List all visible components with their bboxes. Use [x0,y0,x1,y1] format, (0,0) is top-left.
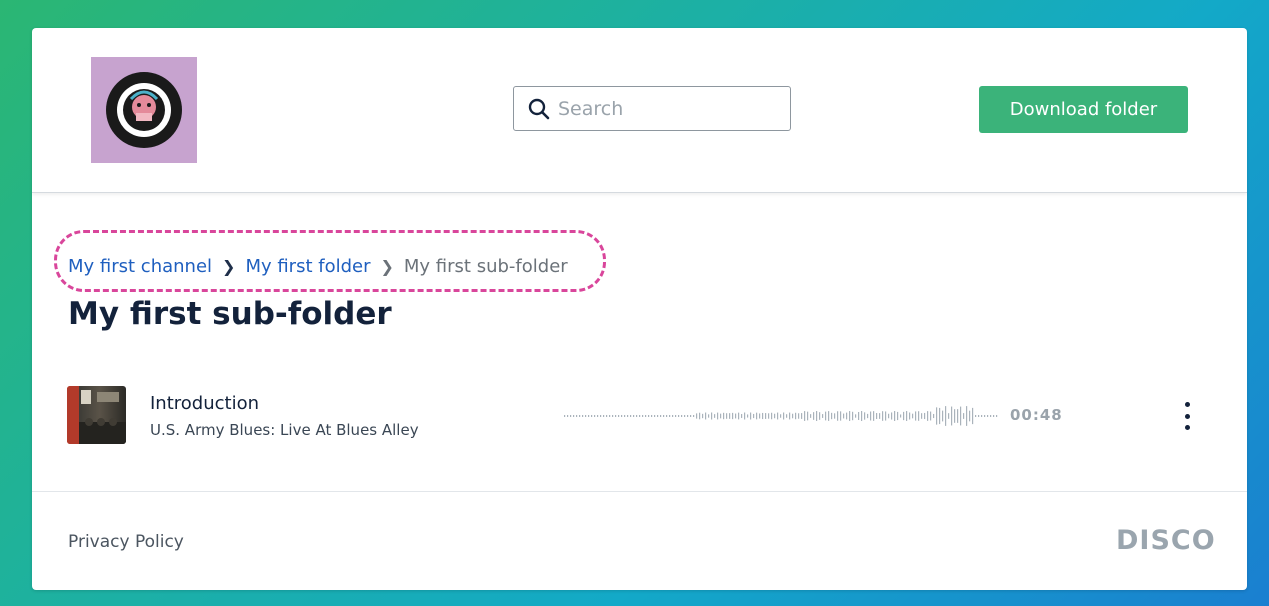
page-title: My first sub-folder [68,296,392,332]
channel-logo[interactable] [91,57,197,163]
privacy-policy-link[interactable]: Privacy Policy [68,532,184,552]
track-row[interactable]: Introduction U.S. Army Blues: Live At Bl… [32,378,1247,458]
download-folder-button[interactable]: Download folder [979,86,1188,133]
track-subtitle: U.S. Army Blues: Live At Blues Alley [150,421,419,439]
breadcrumb-item-current: My first sub-folder [403,255,568,277]
folder-card: Download folder My first channel ❯ My fi… [32,28,1247,590]
logo-badge-icon [106,72,182,148]
breadcrumb-item-folder[interactable]: My first folder [245,256,370,277]
breadcrumb-chevron-icon: ❯ [380,256,394,276]
track-artwork[interactable] [67,386,126,444]
search-input[interactable] [556,96,780,121]
track-title[interactable]: Introduction [150,393,259,414]
track-duration: 00:48 [1010,406,1063,424]
search-box[interactable] [513,86,791,131]
search-icon [528,98,550,119]
disco-brand-logo[interactable]: DISCO [1116,525,1216,556]
breadcrumb-item-channel[interactable]: My first channel [68,256,212,277]
track-waveform[interactable] [564,396,1000,436]
footer: Privacy Policy DISCO [32,491,1247,590]
header: Download folder [32,28,1247,193]
more-options-icon[interactable] [1178,400,1196,432]
breadcrumb-chevron-icon: ❯ [222,256,236,276]
breadcrumb: My first channel ❯ My first folder ❯ My … [68,248,568,284]
track-artwork-image [67,386,126,444]
